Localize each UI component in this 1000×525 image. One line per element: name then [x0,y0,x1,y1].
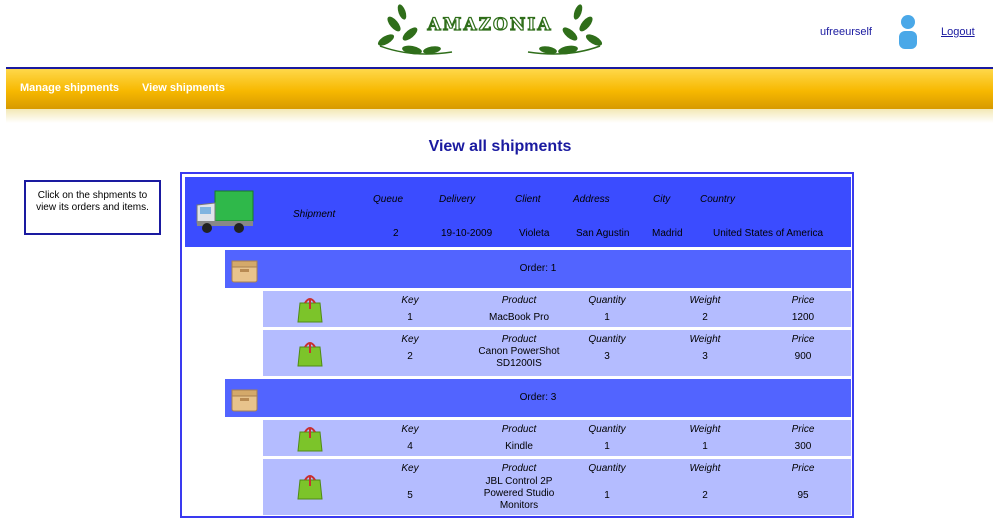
item-key: 1 [407,312,413,323]
item-quantity: 1 [604,490,610,501]
item-row[interactable]: Key Product Quantity Weight Price 2 Cano… [263,330,851,376]
item-product: Canon PowerShot SD1200IS [478,346,560,369]
shipment-address-value: San Agustin [576,228,630,239]
item-price: 300 [794,441,812,452]
order-row[interactable]: Order: 3 [225,379,851,417]
col-price-label: Price [791,463,815,474]
svg-text:AMAZONIA: AMAZONIA [426,15,552,35]
logout-link[interactable]: Logout [941,26,975,38]
order-label: Order: 3 [519,392,557,403]
username: ufreeurself [820,26,872,38]
col-weight-label: Weight [689,295,721,306]
col-price-label: Price [791,295,815,306]
shipments-panel: Shipment Queue Delivery Client Address C… [180,172,854,518]
item-price: 95 [797,490,809,501]
shopping-bag-icon [297,427,323,452]
item-weight: 2 [702,312,708,323]
nav-fade [6,109,993,123]
col-weight-label: Weight [689,334,721,345]
item-key: 5 [407,490,413,501]
navbar: Manage shipments View shipments [6,69,993,109]
item-weight: 1 [702,441,708,452]
item-weight: 3 [702,351,708,362]
col-key-label: Key [401,334,419,345]
col-key-label: Key [401,424,419,435]
nav-view-shipments[interactable]: View shipments [142,82,225,94]
shopping-bag-icon [297,342,323,367]
item-key: 2 [407,351,413,362]
col-key-label: Key [401,463,419,474]
shipment-city-value: Madrid [652,228,683,239]
item-row[interactable]: Key Product Quantity Weight Price 4 Kind… [263,420,851,456]
shipment-row[interactable]: Shipment Queue Delivery Client Address C… [185,177,851,247]
shipment-client-value: Violeta [519,228,550,239]
col-quantity-label: Quantity [588,424,626,435]
col-product-label: Product [501,334,537,345]
col-quantity-label: Quantity [588,463,626,474]
nav-manage-shipments[interactable]: Manage shipments [20,82,119,94]
order-label: Order: 1 [519,263,557,274]
shipment-label: Shipment [293,209,336,220]
item-product: JBL Control 2P Powered Studio Monitors [483,476,555,511]
col-product-label: Product [501,295,537,306]
item-price: 900 [794,351,812,362]
shopping-bag-icon [297,475,323,500]
item-product: MacBook Pro [488,312,550,323]
order-row[interactable]: Order: 1 [225,250,851,288]
col-quantity-label: Quantity [588,295,626,306]
item-key: 4 [407,441,413,452]
col-weight-label: Weight [689,424,721,435]
item-quantity: 1 [604,441,610,452]
shipment-queue-value: 2 [393,228,399,239]
shopping-bag-icon [297,298,323,323]
shipment-country-value: United States of America [713,228,824,239]
page-title: View all shipments [428,138,572,155]
truck-icon [196,190,254,233]
amazonia-logo: AMAZONIA [377,4,603,55]
col-product-label: Product [501,424,537,435]
shipment-col-queue: Queue [373,194,404,205]
item-product: Kindle [505,441,533,452]
item-weight: 2 [702,490,708,501]
hint-box: Click on the shpments to view its orders… [24,180,161,235]
shipment-col-client: Client [515,194,541,205]
col-weight-label: Weight [689,463,721,474]
shipment-col-city: City [653,194,671,205]
col-price-label: Price [791,334,815,345]
user-avatar-icon [899,15,917,49]
item-quantity: 1 [604,312,610,323]
shipment-col-delivery: Delivery [439,194,476,205]
col-price-label: Price [791,424,815,435]
col-quantity-label: Quantity [588,334,626,345]
shipment-col-country: Country [700,194,736,205]
col-key-label: Key [401,295,419,306]
shipment-col-address: Address [573,194,610,205]
shipment-delivery-value: 19-10-2009 [441,228,493,239]
item-row[interactable]: Key Product Quantity Weight Price 5 JBL … [263,459,851,515]
item-price: 1200 [791,312,815,323]
col-product-label: Product [501,463,537,474]
item-row[interactable]: Key Product Quantity Weight Price 1 MacB… [263,291,851,327]
item-quantity: 3 [604,351,610,362]
